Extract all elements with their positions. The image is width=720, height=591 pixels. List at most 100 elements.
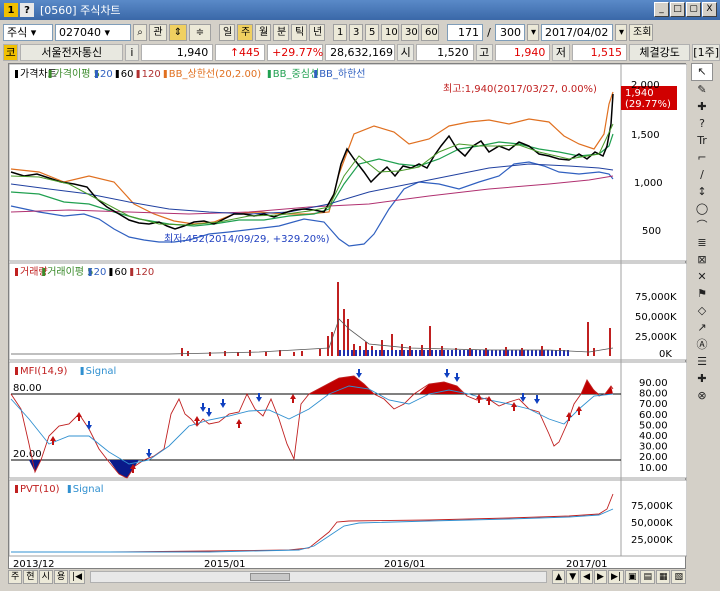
volume-bar: [471, 350, 473, 356]
auto-icon[interactable]: Ⓐ: [691, 337, 713, 353]
pvt-axis-25000: 25,000K: [631, 535, 673, 546]
scroll-right-end-icon[interactable]: ▶|: [607, 570, 624, 584]
price-legend-item[interactable]: 20: [100, 69, 113, 80]
price-change: ↑445: [215, 44, 266, 61]
market-select[interactable]: 주식 ▾: [3, 23, 53, 41]
view-double-icon[interactable]: ▤: [640, 570, 655, 584]
scroll-left-end-icon[interactable]: |◀: [69, 570, 86, 584]
crosshair-icon[interactable]: ✚: [691, 99, 713, 115]
scrollbar-thumb[interactable]: [250, 573, 291, 581]
volume-bar: [491, 350, 493, 356]
price-legend-marker: [314, 70, 318, 78]
volume-bar: [293, 352, 295, 356]
vertical-line-icon[interactable]: ↕: [691, 184, 713, 200]
volume-bar: [531, 350, 533, 356]
interval-10[interactable]: 10: [381, 23, 399, 41]
pvt-panel[interactable]: [8, 479, 688, 557]
interval-1[interactable]: 1: [333, 23, 347, 41]
bottom-btn-hyeon[interactable]: 현: [23, 570, 38, 584]
price-legend-item[interactable]: 가격이평 5: [54, 67, 100, 80]
volume-bar: [467, 350, 469, 356]
fibo-icon[interactable]: ⌐: [691, 150, 713, 166]
channel-icon[interactable]: ≣: [691, 235, 713, 251]
price-legend-item[interactable]: BB_중심선: [273, 68, 319, 80]
low-note: 최저:452(2014/09/29, +329.20%): [164, 233, 330, 245]
minimize-button[interactable]: _: [654, 2, 669, 17]
help-icon[interactable]: ?: [20, 3, 34, 17]
interval-3[interactable]: 3: [349, 23, 363, 41]
count-input[interactable]: 171: [447, 23, 483, 41]
fullscreen-icon[interactable]: ▧: [671, 570, 686, 584]
price-legend-item[interactable]: 60: [121, 69, 134, 80]
pen-icon[interactable]: ✎: [691, 82, 713, 98]
period-tick[interactable]: 틱: [291, 23, 307, 41]
diamond-icon[interactable]: ◇: [691, 303, 713, 319]
sync-button[interactable]: ⇕: [169, 23, 187, 41]
volume-legend-item[interactable]: 60: [114, 267, 127, 278]
total-count-input[interactable]: 300: [495, 23, 525, 41]
arrow-icon[interactable]: ↗: [691, 320, 713, 336]
ellipse-icon[interactable]: ◯: [691, 201, 713, 217]
period-day[interactable]: 일: [219, 23, 235, 41]
price-legend-item[interactable]: 120: [142, 69, 161, 80]
pointer-icon[interactable]: ↖: [691, 63, 713, 81]
price-legend-item[interactable]: BB_상한선(20,2.00): [169, 68, 261, 80]
mfi-legend-item[interactable]: Signal: [86, 366, 117, 377]
bottom-btn-si[interactable]: 시: [38, 570, 53, 584]
cross-icon[interactable]: ✕: [691, 269, 713, 285]
rectangle-icon[interactable]: ⊠: [691, 252, 713, 268]
volume-bar: [409, 346, 411, 356]
interval-30[interactable]: 30: [401, 23, 419, 41]
date-input[interactable]: 2017/04/02: [541, 23, 613, 41]
view-single-icon[interactable]: ▣: [624, 570, 640, 584]
volume-bar: [535, 350, 537, 356]
text-tool-icon[interactable]: Tr: [691, 133, 713, 149]
search-icon[interactable]: ⌕: [133, 23, 147, 41]
line-icon[interactable]: ∕: [691, 167, 713, 183]
chart-scrollbar[interactable]: [90, 571, 548, 583]
menu-icon[interactable]: ☰: [691, 354, 713, 370]
zoom-in-icon[interactable]: ▼: [566, 570, 580, 584]
volume-legend-item[interactable]: 20: [94, 267, 107, 278]
interval-60[interactable]: 60: [421, 23, 439, 41]
period-week[interactable]: 주: [237, 23, 253, 41]
scroll-right-icon[interactable]: ▶: [594, 570, 607, 584]
delete-icon[interactable]: ⊗: [691, 388, 713, 404]
interest-button[interactable]: 관: [149, 23, 167, 41]
period-month[interactable]: 월: [255, 23, 271, 41]
info-icon[interactable]: i: [125, 44, 139, 61]
bottom-btn-ju[interactable]: 주: [8, 570, 23, 584]
plus-icon[interactable]: ✚: [691, 371, 713, 387]
volume-legend-item[interactable]: 거래이평 5: [47, 266, 93, 278]
flag-icon[interactable]: ⚑: [691, 286, 713, 302]
query-button[interactable]: 조회: [629, 23, 653, 41]
window-code-badge[interactable]: 1: [4, 3, 18, 17]
maximize-button[interactable]: ▢: [686, 2, 701, 17]
period-minute[interactable]: 분: [273, 23, 289, 41]
strength-label: 체결강도: [629, 44, 691, 61]
pvt-legend-item[interactable]: Signal: [73, 484, 104, 495]
view-unit-button[interactable]: [1주]: [692, 44, 720, 61]
interval-5[interactable]: 5: [365, 23, 379, 41]
view-quad-icon[interactable]: ▦: [655, 570, 671, 584]
mfi-legend-item[interactable]: MFI(14,9): [20, 366, 67, 377]
chevron-down-icon[interactable]: ▾: [527, 23, 539, 41]
price-axis-1000: 1,000: [634, 178, 663, 189]
stock-code-input[interactable]: 027040 ▾: [55, 23, 131, 41]
restore-button[interactable]: □: [670, 2, 685, 17]
close-button[interactable]: X: [702, 2, 717, 17]
zoom-out-icon[interactable]: ▲: [552, 570, 566, 584]
bottom-btn-yong[interactable]: 용: [53, 570, 69, 584]
help-icon[interactable]: ?: [691, 116, 713, 132]
calendar-icon[interactable]: ▾: [615, 23, 627, 41]
volume-bar: [609, 328, 611, 356]
arc-icon[interactable]: ⌒: [691, 218, 713, 234]
volume-legend-item[interactable]: 120: [135, 267, 154, 278]
chart-area[interactable]: 가격차트 가격이평 5 20 60 120 BB_상한선(20,2.00) BB_중심선 BB…: [8, 63, 688, 570]
pvt-legend-item[interactable]: PVT(10): [20, 484, 60, 495]
up-down-spinner[interactable]: ≑: [189, 23, 211, 41]
scroll-left-icon[interactable]: ◀: [580, 570, 594, 584]
price-legend-item[interactable]: BB_하한선: [319, 67, 365, 80]
period-year[interactable]: 년: [309, 23, 325, 41]
mfi-axis-label: 70.00: [639, 399, 668, 410]
